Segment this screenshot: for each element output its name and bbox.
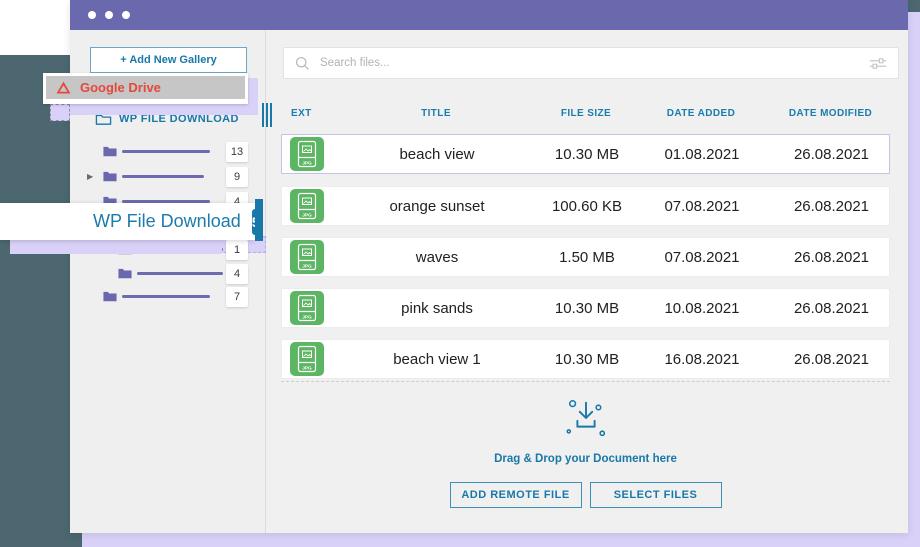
callout-accent-bar xyxy=(255,199,263,241)
file-title: pink sands xyxy=(401,299,473,317)
tree-folder-item[interactable]: 4 xyxy=(70,264,266,284)
file-type-icon: JPG xyxy=(282,342,332,376)
column-header-title: TITLE xyxy=(421,107,451,119)
folder-icon xyxy=(103,146,117,157)
folder-icon xyxy=(103,291,117,302)
decor-slate-corner xyxy=(908,0,920,12)
file-date-modified: 26.08.2021 xyxy=(793,145,870,163)
table-row[interactable]: JPG beach view 10.30 MB 01.08.2021 26.08… xyxy=(281,134,890,174)
folder-count-badge: 9 xyxy=(226,167,248,187)
add-new-gallery-label: + Add New Gallery xyxy=(120,54,217,66)
column-header-date-added: DATE ADDED xyxy=(666,107,736,119)
file-date-modified: 26.08.2021 xyxy=(793,299,870,317)
google-drive-chip-shadow-patch xyxy=(50,104,70,121)
google-drive-icon xyxy=(56,81,71,94)
window-dot[interactable] xyxy=(122,11,130,19)
file-date-added: 01.08.2021 xyxy=(664,145,740,163)
expand-caret-icon[interactable]: ▶ xyxy=(87,171,93,183)
folder-count-badge: 1 xyxy=(226,240,248,260)
file-size: 10.30 MB xyxy=(554,350,620,368)
svg-text:JPG: JPG xyxy=(302,366,312,372)
callout-wp-file-download[interactable]: WP File Download 5 xyxy=(0,203,260,240)
folder-count-badge: 4 xyxy=(226,264,248,284)
file-size: 10.30 MB xyxy=(554,145,620,163)
search-icon xyxy=(295,56,309,70)
file-date-added: 10.08.2021 xyxy=(664,299,740,317)
folder-name-bar xyxy=(122,295,210,298)
file-type-icon: JPG xyxy=(282,240,332,274)
window-dot[interactable] xyxy=(88,11,96,19)
search-bar xyxy=(283,47,899,79)
table-row[interactable]: JPG beach view 1 10.30 MB 16.08.2021 26.… xyxy=(281,339,890,379)
google-drive-label: Google Drive xyxy=(80,80,161,95)
file-size: 10.30 MB xyxy=(554,299,620,317)
folder-name-bar xyxy=(122,175,204,178)
file-title: orange sunset xyxy=(389,197,485,215)
folder-icon xyxy=(103,171,117,182)
tree-folder-item[interactable]: 13 xyxy=(70,142,266,162)
file-date-modified: 26.08.2021 xyxy=(793,248,870,266)
drag-drop-label: Drag & Drop your Document here xyxy=(494,453,677,465)
decor-lavender-right xyxy=(908,12,920,547)
menu-item-google-drive[interactable]: Google Drive xyxy=(43,73,248,104)
select-files-button[interactable]: SELECT FILES xyxy=(589,482,722,508)
tree-folder-item[interactable]: 7 xyxy=(70,287,266,307)
file-title: beach view 1 xyxy=(393,350,481,368)
column-header-date-modified: DATE MODIFIED xyxy=(788,107,873,119)
callout-label: WP File Download xyxy=(93,211,241,231)
folder-count-badge: 7 xyxy=(226,287,248,307)
file-date-added: 07.08.2021 xyxy=(664,197,740,215)
file-date-added: 16.08.2021 xyxy=(664,350,740,368)
page: + Add New Gallery WP FILE DOWNLOAD 13 ▶ … xyxy=(0,0,920,547)
table-row[interactable]: JPG waves 1.50 MB 07.08.2021 26.08.2021 xyxy=(281,237,890,277)
file-size: 100.60 KB xyxy=(551,197,623,215)
svg-text:JPG: JPG xyxy=(302,315,312,321)
file-date-modified: 26.08.2021 xyxy=(793,350,870,368)
folder-count-badge: 13 xyxy=(226,142,248,162)
svg-text:JPG: JPG xyxy=(302,264,312,270)
drag-drop-zone[interactable]: Drag & Drop your Document here ADD REMOT… xyxy=(281,381,890,533)
column-header-ext: EXT xyxy=(291,107,312,119)
file-date-modified: 26.08.2021 xyxy=(793,197,870,215)
add-remote-file-button[interactable]: ADD REMOTE FILE xyxy=(449,482,582,508)
folder-name-bar xyxy=(122,150,210,153)
file-title: waves xyxy=(415,248,459,266)
table-row[interactable]: JPG pink sands 10.30 MB 10.08.2021 26.08… xyxy=(281,288,890,328)
file-type-icon: JPG xyxy=(282,137,332,171)
add-new-gallery-button[interactable]: + Add New Gallery xyxy=(90,47,247,73)
table-row[interactable]: JPG orange sunset 100.60 KB 07.08.2021 2… xyxy=(281,186,890,226)
download-tray-icon xyxy=(281,396,890,445)
table-header: EXT TITLE FILE SIZE DATE ADDED DATE MODI… xyxy=(281,104,890,122)
file-type-icon: JPG xyxy=(282,189,332,223)
svg-text:JPG: JPG xyxy=(302,161,312,167)
filter-icon[interactable] xyxy=(869,56,887,71)
file-title: beach view xyxy=(399,145,475,163)
search-input[interactable] xyxy=(318,48,838,78)
window-titlebar xyxy=(70,0,908,30)
file-type-icon: JPG xyxy=(282,291,332,325)
folder-icon xyxy=(118,268,132,279)
tree-folder-item[interactable]: ▶ 9 xyxy=(70,167,266,187)
sidebar-resize-handle[interactable] xyxy=(262,103,273,127)
file-size: 1.50 MB xyxy=(559,248,615,266)
decor-lavender-bottom xyxy=(82,533,920,547)
svg-text:JPG: JPG xyxy=(302,213,312,219)
column-header-file-size: FILE SIZE xyxy=(560,107,612,119)
file-date-added: 07.08.2021 xyxy=(664,248,740,266)
folder-name-bar xyxy=(137,272,223,275)
window-dot[interactable] xyxy=(105,11,113,19)
